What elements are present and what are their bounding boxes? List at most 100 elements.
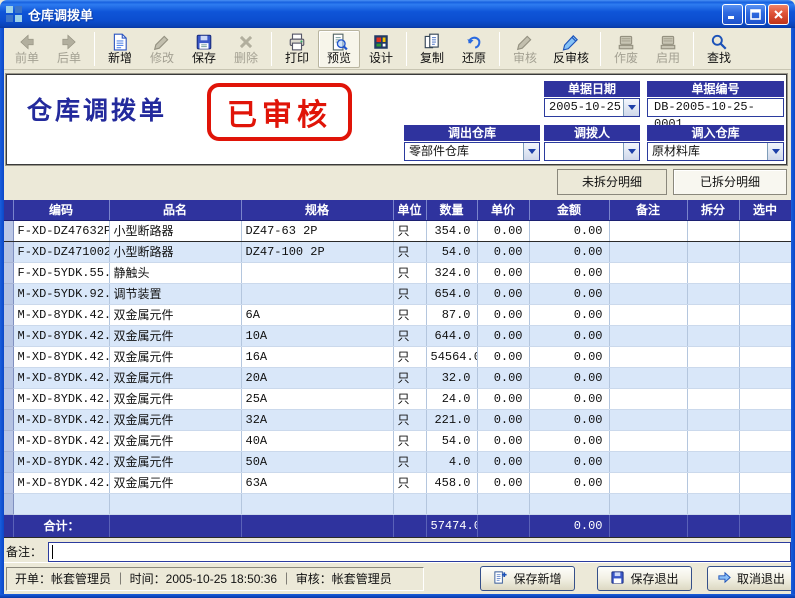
cell-code[interactable]: F-XD-DZ471002P: [13, 241, 109, 262]
cell-split[interactable]: [687, 388, 739, 409]
find-button[interactable]: 查找: [698, 30, 740, 68]
cell-amount[interactable]: 0.00: [529, 220, 609, 241]
cell-selected[interactable]: [739, 388, 791, 409]
preview-button[interactable]: 预览: [318, 30, 360, 68]
cell-split[interactable]: [687, 262, 739, 283]
row-selector-gutter[interactable]: [4, 262, 13, 283]
table-row[interactable]: F-XD-5YDK.55... 静触头 只 324.0 0.00 0.00: [4, 262, 791, 283]
cell-spec[interactable]: 32A: [241, 409, 393, 430]
copy-button[interactable]: 复制: [411, 30, 453, 68]
cell-spec[interactable]: DZ47-63 2P: [241, 220, 393, 241]
cell-spec[interactable]: [241, 283, 393, 304]
table-row[interactable]: M-XD-8YDK.42... 双金属元件 32A 只 221.0 0.00 0…: [4, 409, 791, 430]
cell-qty[interactable]: 54.0: [426, 241, 477, 262]
cell-name[interactable]: 双金属元件: [109, 325, 241, 346]
cell-qty[interactable]: 4.0: [426, 451, 477, 472]
cell-split[interactable]: [687, 367, 739, 388]
cell-code[interactable]: M-XD-8YDK.42...: [13, 367, 109, 388]
cell-name[interactable]: 小型断路器: [109, 220, 241, 241]
cell-qty[interactable]: 54.0: [426, 430, 477, 451]
cell-unit[interactable]: 只: [393, 241, 426, 262]
col-name[interactable]: 品名: [109, 200, 241, 220]
cell-note[interactable]: [609, 388, 687, 409]
cell-note[interactable]: [609, 451, 687, 472]
cell-price[interactable]: 0.00: [477, 262, 529, 283]
cell-code[interactable]: M-XD-8YDK.42...: [13, 409, 109, 430]
save-and-new-button[interactable]: 保存新增: [480, 566, 575, 591]
cell-qty[interactable]: 24.0: [426, 388, 477, 409]
cell-qty[interactable]: 354.0: [426, 220, 477, 241]
col-unit[interactable]: 单位: [393, 200, 426, 220]
cell-split[interactable]: [687, 220, 739, 241]
cell-spec[interactable]: 16A: [241, 346, 393, 367]
close-button[interactable]: [768, 4, 789, 25]
cell-split[interactable]: [687, 283, 739, 304]
cell-spec[interactable]: 6A: [241, 304, 393, 325]
cell-selected[interactable]: [739, 409, 791, 430]
tab-unsplit-detail[interactable]: 未拆分明细: [557, 169, 667, 195]
cell-selected[interactable]: [739, 283, 791, 304]
cell-selected[interactable]: [739, 262, 791, 283]
cell-amount[interactable]: 0.00: [529, 304, 609, 325]
design-button[interactable]: 设计: [360, 30, 402, 68]
cell-spec[interactable]: 63A: [241, 472, 393, 493]
cell-split[interactable]: [687, 451, 739, 472]
cell-selected[interactable]: [739, 346, 791, 367]
table-row[interactable]: M-XD-8YDK.42... 双金属元件 25A 只 24.0 0.00 0.…: [4, 388, 791, 409]
cell-code[interactable]: M-XD-5YDK.92...: [13, 283, 109, 304]
cell-qty[interactable]: [426, 493, 477, 514]
cell-code[interactable]: M-XD-8YDK.42...: [13, 346, 109, 367]
cell-unit[interactable]: 只: [393, 472, 426, 493]
cell-qty[interactable]: 324.0: [426, 262, 477, 283]
cell-name[interactable]: 双金属元件: [109, 388, 241, 409]
row-selector-gutter[interactable]: [4, 493, 13, 514]
cell-spec[interactable]: DZ47-100 2P: [241, 241, 393, 262]
col-price[interactable]: 单价: [477, 200, 529, 220]
cell-amount[interactable]: 0.00: [529, 325, 609, 346]
cell-amount[interactable]: 0.00: [529, 409, 609, 430]
table-row[interactable]: M-XD-8YDK.42... 双金属元件 10A 只 644.0 0.00 0…: [4, 325, 791, 346]
unaudit-button[interactable]: 反审核: [546, 30, 596, 68]
cell-price[interactable]: 0.00: [477, 472, 529, 493]
cell-split[interactable]: [687, 241, 739, 262]
cell-unit[interactable]: 只: [393, 220, 426, 241]
cell-unit[interactable]: 只: [393, 325, 426, 346]
cell-unit[interactable]: 只: [393, 430, 426, 451]
cell-code[interactable]: [13, 493, 109, 514]
table-row[interactable]: F-XD-DZ47632P 小型断路器 DZ47-63 2P 只 354.0 0…: [4, 220, 791, 241]
cell-price[interactable]: 0.00: [477, 388, 529, 409]
cell-price[interactable]: 0.00: [477, 325, 529, 346]
cell-split[interactable]: [687, 430, 739, 451]
table-row[interactable]: F-XD-DZ471002P 小型断路器 DZ47-100 2P 只 54.0 …: [4, 241, 791, 262]
cell-qty[interactable]: 32.0: [426, 367, 477, 388]
transfer-person-select[interactable]: [544, 142, 640, 161]
cell-unit[interactable]: 只: [393, 283, 426, 304]
cell-selected[interactable]: [739, 241, 791, 262]
save-and-exit-button[interactable]: 保存退出: [597, 566, 692, 591]
cell-code[interactable]: M-XD-8YDK.42...: [13, 325, 109, 346]
col-split[interactable]: 拆分: [687, 200, 739, 220]
cell-selected[interactable]: [739, 220, 791, 241]
cell-qty[interactable]: 644.0: [426, 325, 477, 346]
col-code[interactable]: 编码: [13, 200, 109, 220]
cell-selected[interactable]: [739, 430, 791, 451]
cell-name[interactable]: 静触头: [109, 262, 241, 283]
row-selector-gutter[interactable]: [4, 472, 13, 493]
save-button[interactable]: 保存: [183, 30, 225, 68]
cell-note[interactable]: [609, 493, 687, 514]
cell-name[interactable]: 调节装置: [109, 283, 241, 304]
cell-note[interactable]: [609, 325, 687, 346]
row-selector-gutter[interactable]: [4, 451, 13, 472]
row-selector-gutter[interactable]: [4, 346, 13, 367]
cell-note[interactable]: [609, 241, 687, 262]
row-selector-gutter[interactable]: [4, 304, 13, 325]
cell-price[interactable]: 0.00: [477, 409, 529, 430]
cell-amount[interactable]: 0.00: [529, 451, 609, 472]
col-qty[interactable]: 数量: [426, 200, 477, 220]
cell-price[interactable]: 0.00: [477, 430, 529, 451]
cell-note[interactable]: [609, 409, 687, 430]
in-warehouse-select[interactable]: 原材料库: [647, 142, 784, 161]
cell-unit[interactable]: 只: [393, 346, 426, 367]
table-row[interactable]: M-XD-8YDK.42... 双金属元件 20A 只 32.0 0.00 0.…: [4, 367, 791, 388]
cell-split[interactable]: [687, 325, 739, 346]
